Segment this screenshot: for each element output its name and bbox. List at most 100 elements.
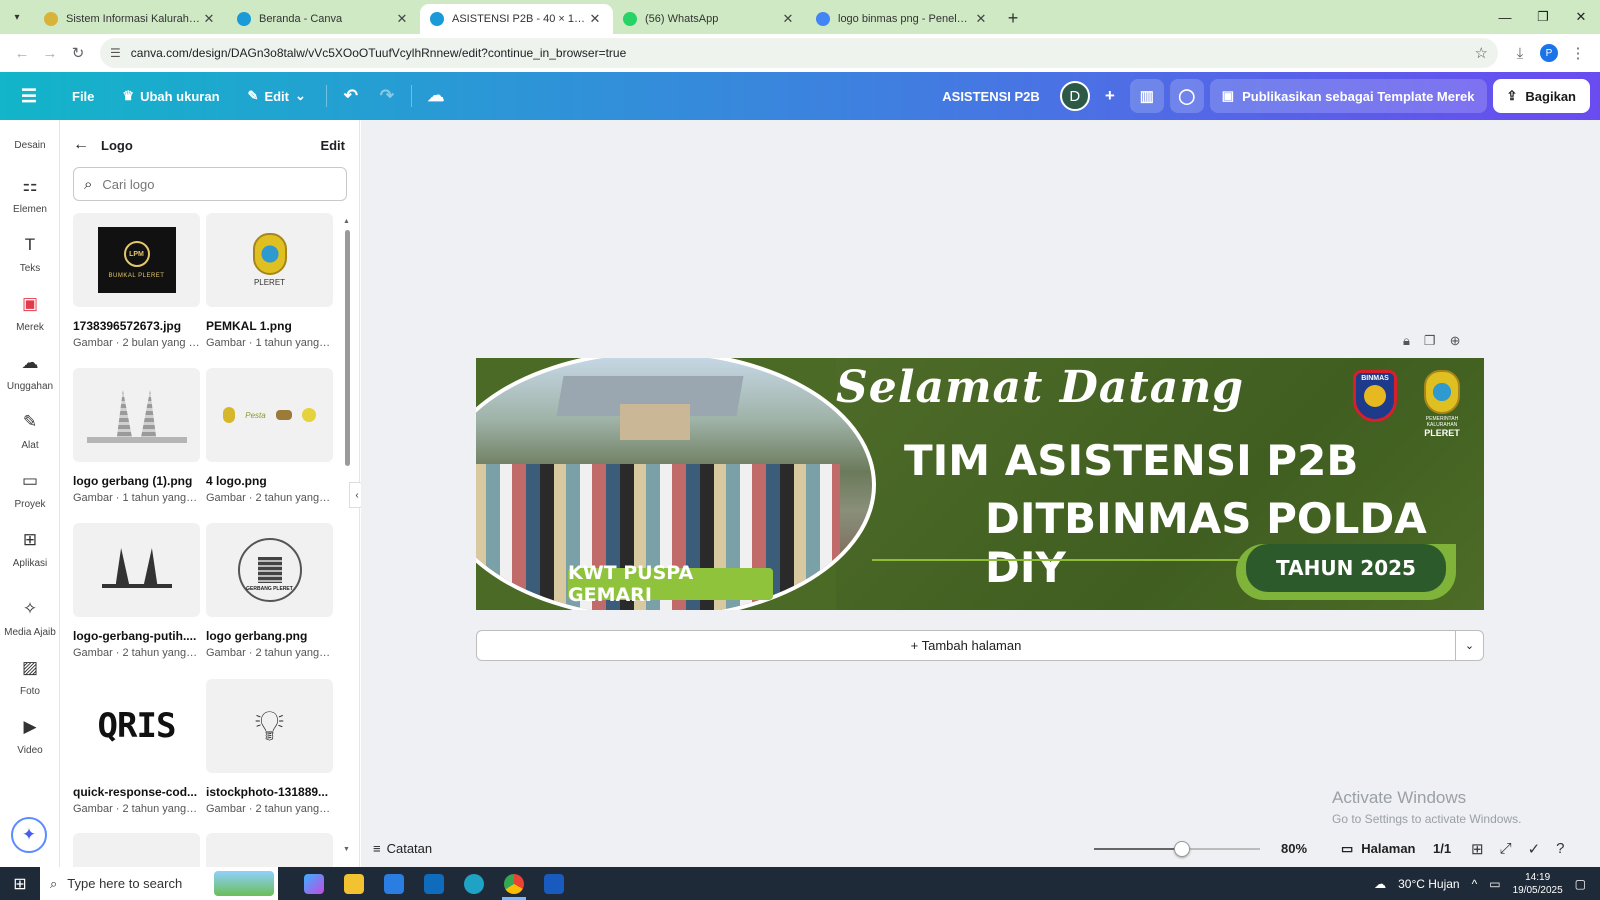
- rail-item-elements[interactable]: ⚏ Elemen: [0, 174, 60, 215]
- tray-chevron-icon[interactable]: ^: [1472, 877, 1478, 891]
- outlook-app-icon[interactable]: [414, 867, 454, 900]
- browser-tab[interactable]: Beranda - Canva ✕: [227, 4, 420, 34]
- group-name-label[interactable]: KWT PUSPA GEMARI: [568, 562, 773, 606]
- collaborator-avatar[interactable]: D: [1059, 81, 1090, 111]
- file-explorer-icon[interactable]: [334, 867, 374, 900]
- browser-menu-icon[interactable]: ⋮: [1564, 39, 1592, 67]
- lock-icon[interactable]: 🔒︎: [1403, 333, 1410, 349]
- word-app-icon[interactable]: [534, 867, 574, 900]
- add-collaborator-icon[interactable]: +: [1096, 78, 1124, 114]
- rail-item-design[interactable]: Desain: [0, 140, 60, 151]
- duplicate-icon[interactable]: ❐: [1424, 333, 1436, 349]
- zoom-level[interactable]: 80%: [1281, 841, 1307, 856]
- browser-tab[interactable]: Sistem Informasi Kalurahan Ple ✕: [34, 4, 227, 34]
- logo-card[interactable]: Pesta 4 logo.png Gambar · 2 tahun yang l…: [206, 368, 333, 504]
- resize-button[interactable]: ♛ Ubah ukuran: [108, 88, 233, 104]
- download-icon[interactable]: ⤓: [1506, 39, 1534, 67]
- design-page[interactable]: KWT PUSPA GEMARI Selamat Datang TIM ASIS…: [476, 358, 1484, 610]
- pages-button[interactable]: ▭ Halaman: [1341, 841, 1416, 857]
- url-bar[interactable]: ☰ canva.com/design/DAGn3o8talw/vVc5XOoOT…: [100, 38, 1498, 68]
- notification-icon[interactable]: ▢: [1575, 877, 1586, 891]
- greeting-text[interactable]: Selamat Datang: [836, 362, 1244, 413]
- browser-tab[interactable]: logo binmas png - Penelusuran ✕: [806, 4, 999, 34]
- tab-search-button[interactable]: ▾: [6, 6, 28, 28]
- logo-card[interactable]: LPM BUMKAL PLERET 1738396572673.jpg Gamb…: [73, 213, 200, 349]
- windows-start-icon[interactable]: ⊞: [0, 867, 40, 900]
- document-title[interactable]: ASISTENSI P2B: [942, 89, 1040, 104]
- edit-menu[interactable]: ✎ Edit ⌄: [234, 88, 320, 104]
- pleret-logo[interactable]: PEMERINTAH KALURAHAN PLERET: [1411, 370, 1473, 450]
- browser-tab-active[interactable]: ASISTENSI P2B - 40 × 10 cm ✕: [420, 4, 613, 34]
- profile-avatar[interactable]: P: [1540, 44, 1558, 62]
- add-page-dropdown-icon[interactable]: ⌄: [1456, 630, 1484, 661]
- weather-text[interactable]: 30°C Hujan: [1398, 877, 1460, 891]
- clock[interactable]: 14:19 19/05/2025: [1513, 871, 1563, 897]
- tab-close-icon[interactable]: ✕: [780, 11, 796, 27]
- logo-search-input[interactable]: [102, 176, 336, 192]
- file-menu[interactable]: File: [58, 89, 108, 104]
- rail-item-photos[interactable]: ▨ Foto: [0, 656, 60, 697]
- logo-card[interactable]: [206, 833, 333, 867]
- restore-icon[interactable]: ❐: [1524, 0, 1562, 34]
- cloud-save-icon[interactable]: ☁: [418, 78, 454, 114]
- rail-item-text[interactable]: T Teks: [0, 233, 60, 274]
- rail-item-magic-media[interactable]: ✧ Media Ajaib: [0, 597, 60, 638]
- back-arrow-icon[interactable]: ←: [73, 136, 89, 154]
- year-badge[interactable]: TAHUN 2025: [1246, 544, 1446, 592]
- back-icon[interactable]: ←: [8, 39, 36, 67]
- minimize-icon[interactable]: —: [1486, 0, 1524, 34]
- notes-button[interactable]: ≡ Catatan: [373, 841, 432, 856]
- logo-card[interactable]: ☀: [73, 833, 200, 867]
- comment-icon[interactable]: ◯: [1169, 79, 1204, 113]
- insights-icon[interactable]: ▥: [1129, 79, 1164, 113]
- zoom-slider[interactable]: [1094, 841, 1260, 857]
- panel-scrollbar[interactable]: ▲ ▼: [343, 218, 351, 853]
- redo-icon[interactable]: ↷: [369, 78, 405, 114]
- logo-card[interactable]: logo gerbang (1).png Gambar · 1 tahun ya…: [73, 368, 200, 504]
- weather-icon[interactable]: ☁: [1374, 877, 1386, 891]
- tab-close-icon[interactable]: ✕: [587, 11, 603, 27]
- edge-app-icon[interactable]: [454, 867, 494, 900]
- site-settings-icon[interactable]: ☰: [110, 46, 121, 60]
- add-page-button[interactable]: + Tambah halaman: [476, 630, 1456, 661]
- new-tab-button[interactable]: +: [999, 4, 1027, 32]
- logo-card[interactable]: PLERET PEMKAL 1.png Gambar · 1 tahun yan…: [206, 213, 333, 349]
- tab-close-icon[interactable]: ✕: [201, 11, 217, 27]
- browser-tab[interactable]: (56) WhatsApp ✕: [613, 4, 806, 34]
- logo-card[interactable]: logo-gerbang-putih.... Gambar · 2 tahun …: [73, 523, 200, 659]
- tab-close-icon[interactable]: ✕: [394, 11, 410, 27]
- copilot-app-icon[interactable]: [294, 867, 334, 900]
- grid-view-icon[interactable]: ⊞: [1471, 840, 1484, 858]
- scroll-thumb[interactable]: [345, 230, 350, 466]
- fullscreen-icon[interactable]: ⤢: [1500, 840, 1512, 858]
- tab-close-icon[interactable]: ✕: [973, 11, 989, 27]
- logo-card[interactable]: GERBANG PLERET logo gerbang.png Gambar ·…: [206, 523, 333, 659]
- headline-line-1[interactable]: TIM ASISTENSI P2B: [904, 436, 1358, 485]
- rail-item-uploads[interactable]: ☁ Unggahan: [0, 351, 60, 392]
- bookmark-star-icon[interactable]: ☆: [1475, 44, 1488, 62]
- taskbar-search[interactable]: ⌕ Type here to search: [40, 867, 278, 900]
- rail-item-tools[interactable]: ✎ Alat: [0, 410, 60, 451]
- close-window-icon[interactable]: ✕: [1562, 0, 1600, 34]
- check-icon[interactable]: ✓: [1528, 840, 1541, 858]
- rail-item-projects[interactable]: ▭ Proyek: [0, 469, 60, 510]
- store-app-icon[interactable]: [374, 867, 414, 900]
- rail-item-videos[interactable]: ▶ Video: [0, 715, 60, 756]
- help-icon[interactable]: ?: [1556, 840, 1564, 858]
- undo-icon[interactable]: ↶: [333, 78, 369, 114]
- chrome-app-icon[interactable]: [494, 867, 534, 900]
- hamburger-menu-icon[interactable]: ☰: [0, 86, 58, 107]
- add-page-icon[interactable]: ⊕: [1450, 333, 1461, 349]
- rail-item-brand[interactable]: ▣ Merek: [0, 292, 60, 333]
- share-button[interactable]: ⇪ Bagikan: [1492, 79, 1590, 113]
- zoom-slider-knob[interactable]: [1173, 841, 1190, 857]
- logo-search-field[interactable]: ⌕: [73, 167, 347, 201]
- logo-card[interactable]: QRIS quick-response-cod... Gambar · 2 ta…: [73, 679, 200, 815]
- publish-template-button[interactable]: ▣ Publikasikan sebagai Template Merek: [1209, 79, 1487, 113]
- binmas-logo[interactable]: BINMAS: [1353, 370, 1397, 422]
- rail-item-apps[interactable]: ⊞ Aplikasi: [0, 528, 60, 569]
- logo-card[interactable]: 💡︎ istockphoto-131889... Gambar · 2 tahu…: [206, 679, 333, 815]
- magic-assistant-icon[interactable]: ✦: [11, 817, 47, 853]
- panel-edit-button[interactable]: Edit: [320, 138, 345, 153]
- network-icon[interactable]: ▭: [1489, 877, 1500, 891]
